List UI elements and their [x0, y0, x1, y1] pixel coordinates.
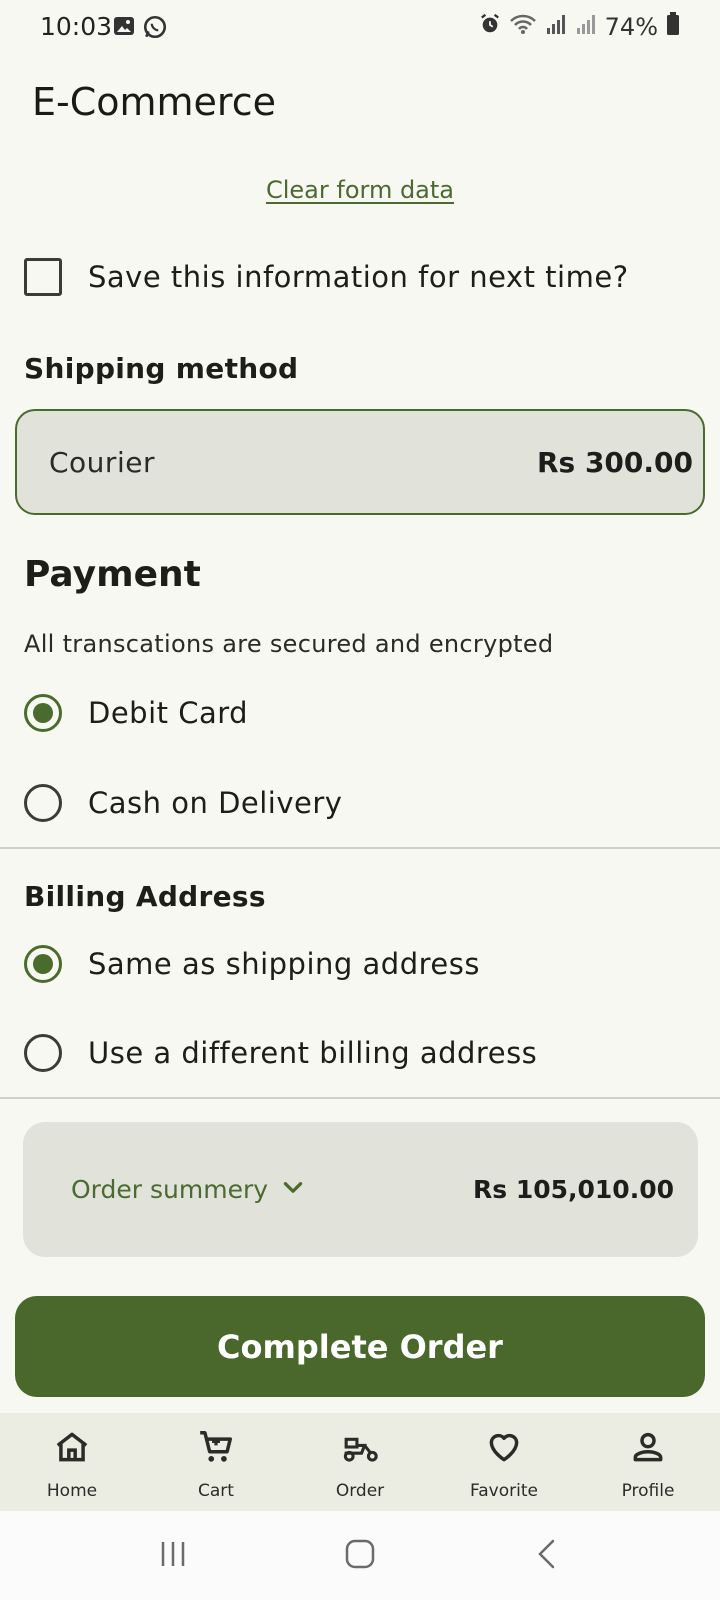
same-address-radio[interactable]: [24, 945, 62, 983]
different-address-radio[interactable]: [24, 1034, 62, 1072]
shipping-method-name: Courier: [49, 445, 155, 479]
clear-form-data-link[interactable]: Clear form data: [0, 176, 720, 204]
nav-label: Favorite: [470, 1481, 538, 1501]
home-button-icon[interactable]: [342, 1536, 378, 1576]
shipping-method-price: Rs 300.00: [536, 445, 693, 479]
back-icon[interactable]: [529, 1536, 565, 1576]
alarm-icon: [479, 13, 501, 41]
billing-option-same[interactable]: Same as shipping address: [24, 945, 480, 983]
radio-label: Use a different billing address: [88, 1036, 538, 1070]
status-right: 74%: [479, 12, 680, 42]
nav-item-order[interactable]: Order: [288, 1413, 432, 1501]
recent-apps-icon[interactable]: [155, 1536, 191, 1576]
payment-option-cash-on-delivery[interactable]: Cash on Delivery: [24, 784, 342, 822]
nav-label: Profile: [621, 1481, 675, 1501]
payment-title: Payment: [24, 554, 201, 595]
order-summary-total: Rs 105,010.00: [473, 1175, 674, 1204]
nav-label: Order: [335, 1481, 385, 1501]
payment-subtitle: All transcations are secured and encrypt…: [24, 630, 554, 658]
nav-label: Cart: [198, 1481, 234, 1501]
complete-order-button[interactable]: Complete Order: [15, 1296, 705, 1397]
divider: [0, 1097, 720, 1099]
signal-icon: [545, 13, 567, 41]
save-info-row[interactable]: Save this information for next time?: [24, 258, 629, 296]
cash-on-delivery-radio[interactable]: [24, 784, 62, 822]
radio-label: Same as shipping address: [88, 947, 480, 981]
shipping-method-option[interactable]: Courier Rs 300.00: [15, 409, 705, 515]
billing-option-different[interactable]: Use a different billing address: [24, 1034, 537, 1072]
save-info-checkbox[interactable]: [24, 258, 62, 296]
system-nav-bar: [0, 1511, 720, 1600]
profile-icon: [626, 1425, 670, 1469]
payment-option-debit-card[interactable]: Debit Card: [24, 694, 248, 732]
heart-icon: [482, 1425, 526, 1469]
battery-icon: [666, 12, 680, 42]
app-title: E-Commerce: [32, 80, 276, 124]
nav-item-favorite[interactable]: Favorite: [432, 1413, 576, 1501]
home-icon: [50, 1425, 94, 1469]
order-summary-label: Order summery: [71, 1175, 269, 1204]
radio-label: Cash on Delivery: [88, 786, 343, 820]
wifi-icon: [509, 13, 537, 41]
divider: [0, 847, 720, 849]
gallery-icon: [112, 14, 136, 44]
whatsapp-icon: [142, 14, 168, 44]
nav-item-home[interactable]: Home: [0, 1413, 144, 1501]
save-info-label: Save this information for next time?: [88, 260, 629, 294]
signal-icon: [575, 13, 597, 41]
radio-label: Debit Card: [88, 696, 249, 730]
nav-item-cart[interactable]: Cart: [144, 1413, 288, 1501]
order-icon: [338, 1425, 382, 1469]
debit-card-radio[interactable]: [24, 694, 62, 732]
status-left-icons: [112, 14, 168, 44]
chevron-down-icon: [280, 1175, 306, 1205]
battery-percent: 74%: [604, 13, 658, 41]
nav-item-profile[interactable]: Profile: [576, 1413, 720, 1501]
shipping-method-title: Shipping method: [24, 352, 299, 385]
cart-icon: [194, 1425, 238, 1469]
order-summary-toggle[interactable]: Order summery Rs 105,010.00: [23, 1122, 698, 1257]
bottom-nav: Home Cart Order Favorite Profile: [0, 1413, 720, 1511]
status-time: 10:03: [40, 12, 113, 41]
nav-label: Home: [46, 1481, 98, 1501]
billing-address-title: Billing Address: [24, 880, 266, 913]
